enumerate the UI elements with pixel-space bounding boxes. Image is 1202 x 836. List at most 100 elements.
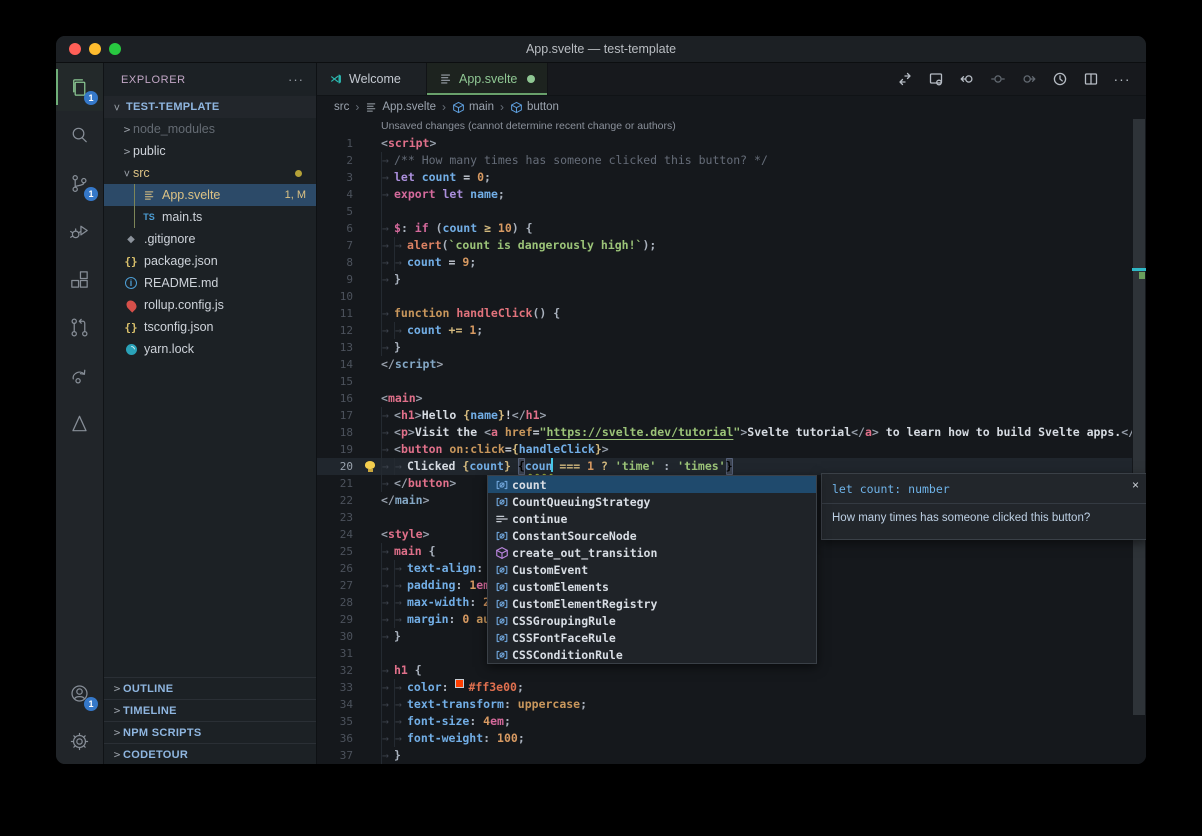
suggestion-cssgroupingrule[interactable]: CSSGroupingRule	[488, 612, 816, 629]
sidebar-panel-timeline[interactable]: >TIMELINE	[104, 699, 316, 721]
file-row-tsconfig-json[interactable]: {}tsconfig.json	[104, 316, 316, 338]
suggestion-customelementregistry[interactable]: CustomElementRegistry	[488, 595, 816, 612]
code-line[interactable]: 3→let count = 0;	[317, 169, 1132, 186]
file-row-package-json[interactable]: {}package.json	[104, 250, 316, 272]
navigate-current-icon[interactable]	[986, 67, 1010, 91]
file-row-gitignore[interactable]: ◆.gitignore	[104, 228, 316, 250]
activity-item-extensions[interactable]	[56, 255, 103, 303]
code-line[interactable]: 36→→font-weight: 100;	[317, 730, 1132, 747]
minimize-button[interactable]	[89, 43, 101, 55]
code-line[interactable]: 33→→color: #ff3e00;	[317, 679, 1132, 696]
activity-item-settings[interactable]	[56, 717, 103, 765]
sidebar-panel-npm-scripts[interactable]: >NPM SCRIPTS	[104, 721, 316, 743]
code-line[interactable]: 14</script>	[317, 356, 1132, 373]
file-row-app-svelte[interactable]: App.svelte1, M	[104, 184, 316, 206]
suggestion-cssfontfacerule[interactable]: CSSFontFaceRule	[488, 629, 816, 646]
file-row-readme-md[interactable]: iREADME.md	[104, 272, 316, 294]
suggestion-customevent[interactable]: CustomEvent	[488, 561, 816, 578]
open-changes-icon[interactable]	[893, 67, 917, 91]
code-line[interactable]: 12→→count += 1;	[317, 322, 1132, 339]
file-label: yarn.lock	[144, 342, 194, 356]
breadcrumb-item-button[interactable]: button	[510, 101, 559, 114]
suggestion-customelements[interactable]: customElements	[488, 578, 816, 595]
code-line[interactable]: 18→<p>Visit the <a href="https://svelte.…	[317, 424, 1132, 441]
tab-welcome[interactable]: Welcome	[317, 63, 427, 95]
close-icon[interactable]: ×	[1132, 479, 1139, 491]
sidebar-panel-outline[interactable]: >OUTLINE	[104, 677, 316, 699]
sidebar-panel-codetour[interactable]: >CODETOUR	[104, 743, 316, 765]
file-row-public[interactable]: >public	[104, 140, 316, 162]
code-token: handleClick	[456, 305, 532, 322]
activity-item-github-pull-requests[interactable]	[56, 303, 103, 351]
code-line[interactable]: 2→/** How many times has someone clicked…	[317, 152, 1132, 169]
file-row-rollup-config-js[interactable]: rollup.config.js	[104, 294, 316, 316]
navigate-forward-icon[interactable]	[1017, 67, 1041, 91]
panel-label: TIMELINE	[123, 705, 177, 717]
code-token: (	[436, 220, 443, 237]
code-line[interactable]: 15	[317, 373, 1132, 390]
tab-app-svelte[interactable]: App.svelte	[427, 63, 548, 95]
breadcrumb-item-main[interactable]: main	[452, 101, 494, 114]
code-line[interactable]: 34→→text-transform: uppercase;	[317, 696, 1132, 713]
breadcrumb-item-app-svelte[interactable]: App.svelte	[365, 101, 436, 114]
code-line[interactable]: 7→→alert(`count is dangerously high!`);	[317, 237, 1132, 254]
code-line[interactable]: 4→export let name;	[317, 186, 1132, 203]
close-button[interactable]	[69, 43, 81, 55]
code-token: {	[462, 458, 469, 475]
code-line[interactable]: 13→}	[317, 339, 1132, 356]
suggestion-countqueuingstrategy[interactable]: CountQueuingStrategy	[488, 493, 816, 510]
run-timeline-icon[interactable]	[1048, 67, 1072, 91]
sidebar-more-actions-icon[interactable]: ···	[288, 75, 304, 85]
sidebar-header: EXPLORER ···	[104, 63, 316, 96]
suggestion-cssconditionrule[interactable]: CSSConditionRule	[488, 646, 816, 663]
activity-item-search[interactable]	[56, 111, 103, 159]
code-line[interactable]: 10	[317, 288, 1132, 305]
navigate-back-icon[interactable]	[955, 67, 979, 91]
symbol-variable-icon	[492, 648, 512, 662]
activity-item-explorer[interactable]: 1	[56, 63, 103, 111]
file-row-main-ts[interactable]: TSmain.ts	[104, 206, 316, 228]
lightbulb-icon[interactable]	[365, 461, 375, 469]
activity-item-source-control[interactable]: 1	[56, 159, 103, 207]
code-line[interactable]: 6→$: if (count ≥ 10) {	[317, 220, 1132, 237]
zoom-button[interactable]	[109, 43, 121, 55]
breadcrumb-item-src[interactable]: src	[334, 101, 349, 113]
code-line[interactable]: 32→h1 {	[317, 662, 1132, 679]
code-line[interactable]: 1<script>	[317, 135, 1132, 152]
code-token: </	[381, 356, 395, 373]
code-token: <	[381, 526, 388, 543]
suggestion-count[interactable]: count	[488, 476, 816, 493]
suggestion-label: CSSConditionRule	[512, 648, 623, 662]
scrollbar[interactable]	[1133, 119, 1145, 715]
file-row-yarn-lock[interactable]: yarn.lock	[104, 338, 316, 360]
code-line[interactable]: 11→function handleClick() {	[317, 305, 1132, 322]
activity-item-run-debug[interactable]	[56, 207, 103, 255]
file-row-src[interactable]: >src	[104, 162, 316, 184]
activity-item-azure[interactable]	[56, 399, 103, 447]
code-line[interactable]: 17→<h1>Hello {name}!</h1>	[317, 407, 1132, 424]
open-preview-icon[interactable]	[924, 67, 948, 91]
split-editor-icon[interactable]	[1079, 67, 1103, 91]
line-number: 2	[317, 152, 363, 169]
code-line[interactable]: 19→<button on:click={handleClick}>	[317, 441, 1132, 458]
activity-item-accounts[interactable]: 1	[56, 669, 103, 717]
activity-item-live-share[interactable]	[56, 351, 103, 399]
code-line[interactable]: 35→→font-size: 4em;	[317, 713, 1132, 730]
line-number: 23	[317, 509, 363, 526]
code-line[interactable]: 16<main>	[317, 390, 1132, 407]
code-token: }	[394, 271, 401, 288]
file-row-node-modules[interactable]: >node_modules	[104, 118, 316, 140]
suggestion-continue[interactable]: continue	[488, 510, 816, 527]
code-line[interactable]: 8→→count = 9;	[317, 254, 1132, 271]
code-line[interactable]: 9→}	[317, 271, 1132, 288]
more-actions-icon[interactable]: ···	[1110, 67, 1134, 91]
overview-ruler	[1132, 118, 1146, 765]
code-editor[interactable]: Unsaved changes (cannot determine recent…	[317, 118, 1132, 765]
code-line[interactable]: 5	[317, 203, 1132, 220]
code-line[interactable]: 37→}	[317, 747, 1132, 764]
suggestion-constantsourcenode[interactable]: ConstantSourceNode	[488, 527, 816, 544]
indent-arrow: →	[381, 730, 394, 747]
glyph-margin	[363, 322, 381, 339]
sidebar-section-test-template[interactable]: > TEST-TEMPLATE	[104, 96, 316, 118]
suggestion-create-out-transition[interactable]: create_out_transition	[488, 544, 816, 561]
